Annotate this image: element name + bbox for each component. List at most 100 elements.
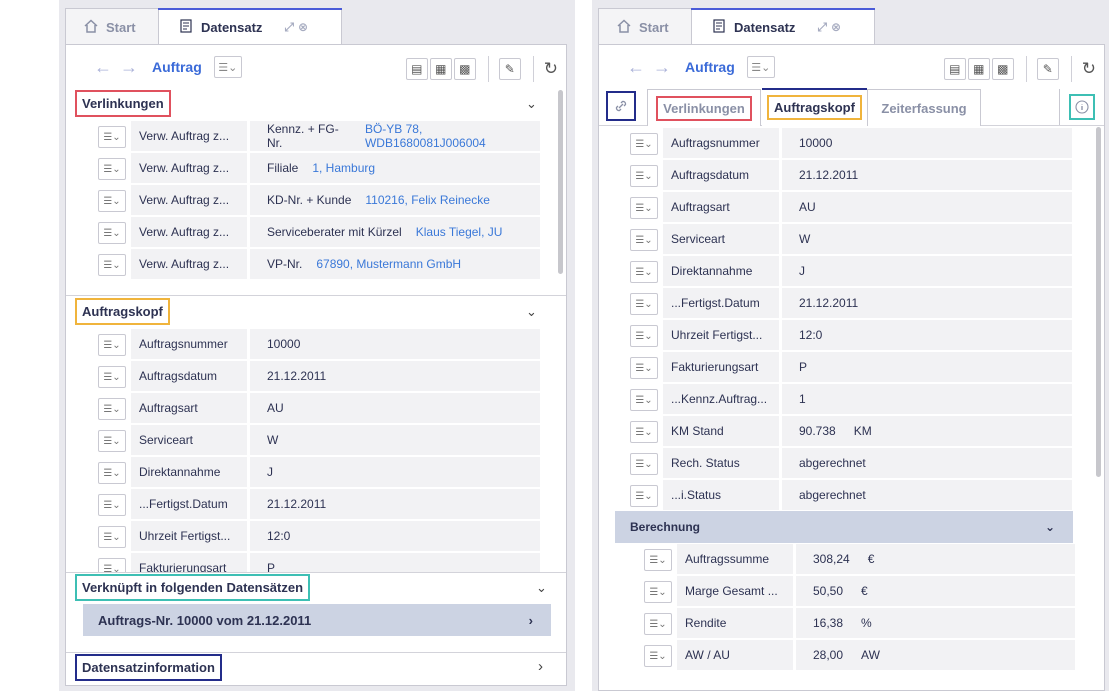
row-link-value[interactable]: 110216, Felix Reinecke: [365, 193, 490, 207]
row-menu-icon[interactable]: ☰⌄: [630, 485, 658, 507]
tab-start[interactable]: Start: [65, 8, 159, 45]
info-button[interactable]: [1059, 89, 1104, 125]
row-field: Filiale: [267, 161, 299, 175]
head-row: ☰⌄ Direktannahme J: [615, 256, 1075, 286]
forward-arrow-icon[interactable]: →: [653, 57, 671, 78]
subtab-time[interactable]: Zeiterfassung: [867, 89, 981, 126]
menu-icon[interactable]: ☰⌄: [746, 56, 775, 78]
section-calc-header[interactable]: Berechnung ⌄: [615, 511, 1073, 543]
row-menu-icon[interactable]: ☰⌄: [630, 325, 658, 347]
head-row: ☰⌄ Auftragsart AU: [615, 192, 1075, 222]
row-field: KD-Nr. + Kunde: [267, 193, 352, 207]
row-value: W: [799, 232, 811, 246]
row-field: Kennz. + FG-Nr.: [267, 122, 339, 150]
row-menu-icon[interactable]: ☰⌄: [98, 494, 126, 516]
row-label: ...Fertigst.Datum: [139, 497, 228, 511]
home-icon: [615, 18, 633, 36]
grid-view-icon[interactable]: ▩: [991, 58, 1014, 80]
close-icon[interactable]: ⊗: [831, 20, 845, 34]
row-label: Verw. Auftrag z...: [139, 257, 230, 271]
row-label: Auftragsnummer: [139, 337, 228, 351]
row-menu-icon[interactable]: ☰⌄: [630, 229, 658, 251]
row-link-value[interactable]: 1, Hamburg: [312, 161, 375, 175]
row-menu-icon[interactable]: ☰⌄: [630, 453, 658, 475]
chevron-down-icon: ⌄: [1044, 520, 1055, 534]
expand-icon[interactable]: ⤢: [817, 20, 831, 34]
head-row: ☰⌄ Uhrzeit Fertigst... 12:0: [83, 521, 543, 551]
back-arrow-icon[interactable]: ←: [627, 57, 645, 78]
row-label: Serviceart: [139, 433, 194, 447]
subtab-links-label: Verlinkungen: [656, 95, 752, 121]
row-menu-icon[interactable]: ☰⌄: [98, 526, 126, 548]
row-menu-icon[interactable]: ☰⌄: [98, 126, 126, 148]
tab-dataset[interactable]: Datensatz ⤢⊗: [158, 8, 342, 46]
row-value: 12:0: [799, 328, 823, 342]
row-value: J: [267, 465, 273, 479]
row-menu-icon[interactable]: ☰⌄: [98, 558, 126, 572]
chevron-down-icon[interactable]: ⌄: [536, 580, 547, 596]
dataset-body: ← → Auftrag ☰⌄ ▤ ▦ ▩ ✎ ↻ Verlinkungen Au…: [598, 44, 1105, 691]
row-label: Verw. Auftrag z...: [139, 129, 230, 143]
row-menu-icon[interactable]: ☰⌄: [98, 430, 126, 452]
head-row: ☰⌄ Fakturierungsart P: [615, 352, 1075, 382]
section-linked-title[interactable]: Verknüpft in folgenden Datensätzen: [75, 574, 311, 601]
row-menu-icon[interactable]: ☰⌄: [630, 197, 658, 219]
row-menu-icon[interactable]: ☰⌄: [644, 581, 672, 603]
row-link-value[interactable]: Klaus Tiegel, JU: [416, 225, 503, 239]
row-label: Uhrzeit Fertigst...: [671, 328, 763, 342]
refresh-icon[interactable]: ↻: [1082, 59, 1096, 79]
tab-start[interactable]: Start: [598, 8, 692, 45]
row-menu-icon[interactable]: ☰⌄: [98, 190, 126, 212]
link-row: ☰⌄ Verw. Auftrag z... Kennz. + FG-Nr. BÖ-YB…: [83, 121, 543, 151]
subtab-links[interactable]: Verlinkungen: [647, 89, 761, 126]
row-menu-icon[interactable]: ☰⌄: [98, 158, 126, 180]
row-menu-icon[interactable]: ☰⌄: [630, 389, 658, 411]
scrollbar[interactable]: [558, 90, 563, 274]
head-row: ☰⌄ ...Fertigst.Datum 21.12.2011: [615, 288, 1075, 318]
row-menu-icon[interactable]: ☰⌄: [630, 293, 658, 315]
expand-icon[interactable]: ⤢: [284, 20, 298, 34]
row-field: VP-Nr.: [267, 257, 303, 271]
tab-dataset[interactable]: Datensatz ⤢⊗: [691, 8, 875, 46]
table-view-icon[interactable]: ▤: [943, 58, 966, 80]
head-row: ☰⌄ Serviceart W: [615, 224, 1075, 254]
subtab-head[interactable]: Auftragskopf: [762, 88, 867, 126]
link-icon[interactable]: [606, 91, 636, 121]
head-row: ☰⌄ Direktannahme J: [83, 457, 543, 487]
row-menu-icon[interactable]: ☰⌄: [98, 334, 126, 356]
head-row: ☰⌄ KM Stand 90.738 KM: [615, 416, 1075, 446]
row-menu-icon[interactable]: ☰⌄: [98, 366, 126, 388]
tab-bar: Start Datensatz ⤢⊗: [65, 8, 565, 46]
row-menu-icon[interactable]: ☰⌄: [644, 645, 672, 667]
linked-record-item[interactable]: Auftrags-Nr. 10000 vom 21.12.2011 ›: [83, 604, 551, 636]
chart-view-icon[interactable]: ▦: [967, 58, 990, 80]
chevron-right-icon[interactable]: ›: [538, 658, 543, 675]
row-menu-icon[interactable]: ☰⌄: [644, 549, 672, 571]
row-value: 21.12.2011: [267, 369, 327, 383]
row-menu-icon[interactable]: ☰⌄: [98, 462, 126, 484]
head-row: ☰⌄ ...i.Status abgerechnet: [615, 480, 1075, 510]
row-label: KM Stand: [671, 424, 724, 438]
scrollbar[interactable]: [1096, 127, 1101, 477]
close-icon[interactable]: ⊗: [298, 20, 312, 34]
section-info-title[interactable]: Datensatzinformation: [75, 654, 222, 681]
row-menu-icon[interactable]: ☰⌄: [98, 398, 126, 420]
row-link-value[interactable]: 67890, Mustermann GmbH: [316, 257, 461, 271]
row-menu-icon[interactable]: ☰⌄: [630, 357, 658, 379]
row-field: Serviceberater mit Kürzel: [267, 225, 402, 239]
row-menu-icon[interactable]: ☰⌄: [630, 421, 658, 443]
row-menu-icon[interactable]: ☰⌄: [630, 165, 658, 187]
row-menu-icon[interactable]: ☰⌄: [630, 133, 658, 155]
calc-row: ☰⌄ AW / AU 28,00 AW: [629, 640, 1075, 670]
row-menu-icon[interactable]: ☰⌄: [98, 254, 126, 276]
row-menu-icon[interactable]: ☰⌄: [630, 261, 658, 283]
row-menu-icon[interactable]: ☰⌄: [644, 613, 672, 635]
edit-icon[interactable]: ✎: [1036, 58, 1059, 80]
head-row: ☰⌄ Rech. Status abgerechnet: [615, 448, 1075, 478]
row-value: AU: [799, 200, 816, 214]
row-label: Auftragssumme: [685, 552, 770, 566]
row-link-value[interactable]: BÖ-YB 78, WDB1680081J006004: [365, 122, 540, 150]
row-value: J: [799, 264, 805, 278]
head-row: ☰⌄ Serviceart W: [83, 425, 543, 455]
row-menu-icon[interactable]: ☰⌄: [98, 222, 126, 244]
